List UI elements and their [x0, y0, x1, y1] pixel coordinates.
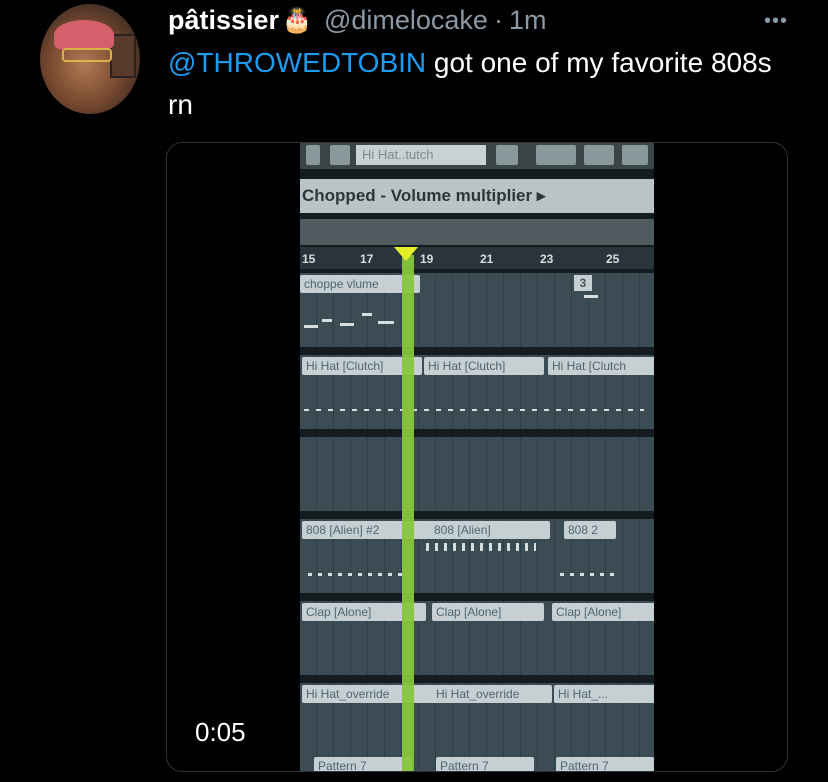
playlist-track: Clap [Alone] Clap [Alone] Clap [Alone]: [300, 601, 654, 675]
clip-label: Hi Hat_override: [432, 685, 552, 703]
clip-label: Clap [Alone]: [432, 603, 544, 621]
clip-label: Hi Hat_...: [554, 685, 654, 703]
avatar-glasses: [62, 48, 112, 62]
author-avatar[interactable]: [40, 4, 140, 114]
clip-label: 808 2: [564, 521, 616, 539]
ruler-mark: 15: [302, 252, 316, 266]
ruler-mark: 17: [360, 252, 374, 266]
clip-label: 808 [Alien] #2: [302, 521, 434, 539]
clip-label: 808 [Alien]: [430, 521, 550, 539]
playhead[interactable]: [402, 255, 414, 771]
clip-label: Hi Hat_override: [302, 685, 436, 703]
note: [378, 321, 394, 324]
clip-label: Clap [Alone]: [552, 603, 654, 621]
birthday-cake-icon: 🎂: [282, 6, 312, 34]
playlist-track: Hi Hat_override Hi Hat_override Hi Hat_.…: [300, 683, 654, 757]
note-row: [304, 409, 644, 411]
note-row: [560, 573, 620, 576]
more-options-icon[interactable]: •••: [764, 10, 788, 33]
display-name[interactable]: pâtissier: [168, 5, 279, 36]
daw-ruler: 15 17 19 21 23 25: [300, 247, 654, 269]
playlist-track: Pattern 7 Pattern 7 Pattern 7: [300, 755, 654, 771]
clip-label: Pattern 7: [314, 757, 412, 771]
ruler-mark: 19: [420, 252, 434, 266]
playlist-track: 808 [Alien] #2 808 [Alien] 808 2: [300, 519, 654, 593]
playlist-track: Hi Hat [Clutch] Hi Hat [Clutch] Hi Hat […: [300, 355, 654, 429]
note: [322, 319, 332, 322]
video-timestamp: 0:05: [195, 717, 246, 747]
toolbar-pattern-field: Hi Hat..tutch: [356, 145, 486, 165]
ruler-mark: 23: [540, 252, 554, 266]
daw-breadcrumb: Chopped - Volume multiplier ▸: [300, 179, 654, 213]
tweet-text: @THROWEDTOBIN got one of my favorite 808…: [168, 42, 788, 126]
timestamp-link[interactable]: 1m: [509, 5, 547, 36]
note: [340, 323, 354, 326]
note-row: [308, 573, 408, 576]
note: [362, 313, 372, 316]
mention-link[interactable]: @THROWEDTOBIN: [168, 47, 426, 78]
toolbar-arrow-icon: [306, 145, 320, 165]
clip-label: Hi Hat [Clutch: [548, 357, 654, 375]
toolbar-play-icon: [330, 145, 350, 165]
daw-toolbar: Hi Hat..tutch: [300, 143, 654, 169]
playlist-track: choppe vlume: [300, 273, 654, 347]
playhead-marker-icon[interactable]: [394, 247, 418, 261]
note-row: [426, 543, 536, 551]
playlist-marker: 3: [574, 275, 592, 291]
ruler-mark: 25: [606, 252, 620, 266]
note: [304, 325, 318, 328]
avatar-hat: [54, 20, 114, 50]
daw-scrollbar: [300, 219, 654, 245]
separator-dot: ·: [493, 4, 503, 35]
clip-label: Pattern 7: [556, 757, 654, 771]
toolbar-snap-icon: [584, 145, 614, 165]
toolbar-menu-icon: [622, 145, 648, 165]
playlist-track: [300, 437, 654, 511]
note: [584, 295, 598, 298]
toolbar-plus-icon: [496, 145, 518, 165]
handle[interactable]: @dimelocake: [324, 5, 488, 36]
video-player[interactable]: Hi Hat..tutch Chopped - Volume multiplie…: [166, 142, 788, 772]
ruler-mark: 21: [480, 252, 494, 266]
toolbar-grid-icon: [536, 145, 576, 165]
clip-label: Hi Hat [Clutch]: [424, 357, 544, 375]
clip-label: Pattern 7: [436, 757, 534, 771]
tweet-header: pâtissier 🎂 @dimelocake · 1m: [168, 2, 546, 38]
video-frame[interactable]: Hi Hat..tutch Chopped - Volume multiplie…: [300, 143, 654, 771]
